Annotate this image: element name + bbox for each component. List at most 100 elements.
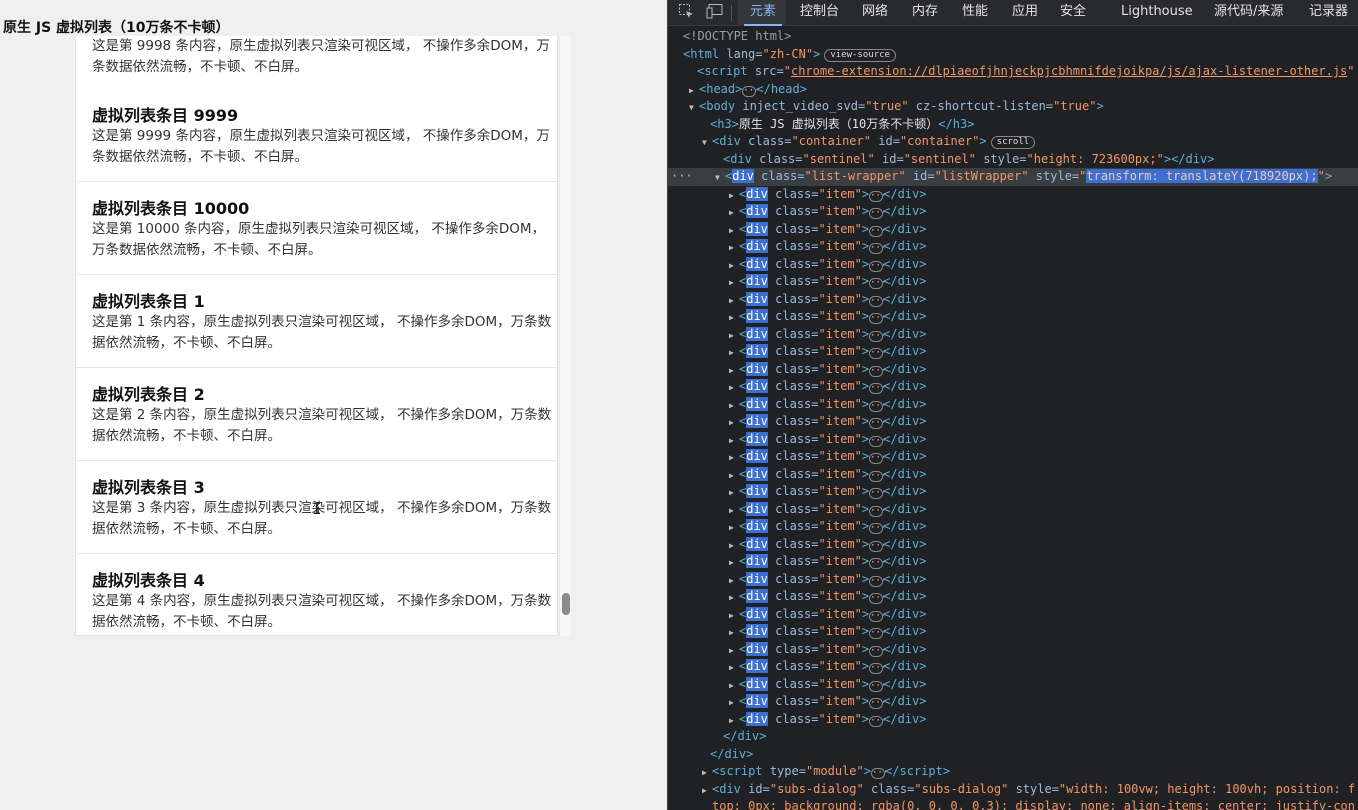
expand-arrow-icon[interactable]: ▶ [729,677,739,695]
expand-arrow-icon[interactable]: ▶ [729,414,739,432]
ellipsis-icon[interactable]: ··· [869,278,886,289]
dom-line-item[interactable]: ▶ <div class="item">···</div> [668,361,1358,379]
scrollbar-thumb[interactable] [562,593,570,615]
dom-line-item[interactable]: ▶ <div class="item">···</div> [668,693,1358,711]
dom-line-item[interactable]: ▶ <div class="item">···</div> [668,623,1358,641]
dom-line-subs-dialog[interactable]: ▶ <div id="subs-dialog" class="subs-dialo… [668,781,1358,799]
tab-memory[interactable]: 内存 [912,0,938,26]
expand-arrow-icon[interactable]: ▶ [729,187,739,205]
expand-arrow-icon[interactable]: ▶ [729,572,739,590]
list-container[interactable]: 这是第 9998 条内容，原生虚拟列表只渲染可视区域， 不操作多余DOM，万条数… [75,36,558,636]
ellipsis-icon[interactable]: ··· [869,225,886,237]
dom-line-item[interactable]: ▶ <div class="item">···</div> [668,641,1358,659]
dom-line-item[interactable]: ▶ <div class="item">···</div> [668,658,1358,676]
ellipsis-icon[interactable]: ··· [869,645,886,657]
expand-arrow-icon[interactable]: ▶ [729,397,739,415]
ellipsis-icon[interactable]: ··· [742,85,760,97]
ellipsis-icon[interactable]: ··· [869,540,886,552]
dom-line-html[interactable]: <html lang="zh-CN"> view-source [668,46,1358,64]
expand-arrow-icon[interactable]: ▶ [729,239,739,257]
ellipsis-icon[interactable]: ··· [869,330,886,342]
dom-line-close-container[interactable]: </div> [668,746,1358,764]
ellipsis-icon[interactable]: ··· [869,348,886,359]
ellipsis-icon[interactable]: ··· [869,680,886,692]
dom-line-item[interactable]: ▶ <div class="item">···</div> [668,571,1358,589]
dom-line-item[interactable]: ▶ <div class="item">···</div> [668,308,1358,326]
ellipsis-icon[interactable]: ··· [869,400,886,412]
expand-arrow-icon[interactable]: ▶ [729,712,739,730]
dom-line-list-wrapper[interactable]: ··· ▼ <div class="list-wrapper" id="listWr… [668,168,1358,186]
collapse-arrow-icon[interactable]: ▼ [689,99,699,117]
tab-console[interactable]: 控制台 [800,0,839,26]
dom-line-item[interactable]: ▶ <div class="item">···</div> [668,378,1358,396]
ellipsis-icon[interactable]: ··· [869,313,886,324]
expand-arrow-icon[interactable]: ▶ [729,624,739,642]
expand-arrow-icon[interactable]: ▶ [729,484,739,502]
ellipsis-icon[interactable]: ··· [869,698,886,709]
dom-line-item[interactable]: ▶ <div class="item">···</div> [668,711,1358,729]
collapse-arrow-icon[interactable]: ▼ [715,169,725,187]
tab-application[interactable]: 应用 [1012,0,1038,26]
tab-security[interactable]: 安全 [1060,0,1086,26]
tab-performance[interactable]: 性能 [962,0,988,26]
dom-line-item[interactable]: ▶ <div class="item">···</div> [668,396,1358,414]
expand-arrow-icon[interactable]: ▶ [702,782,712,800]
expand-arrow-icon[interactable]: ▶ [689,82,699,100]
dom-line-item[interactable]: ▶ <div class="item">···</div> [668,326,1358,344]
dom-line-item[interactable]: ▶ <div class="item">···</div> [668,413,1358,431]
ellipsis-icon[interactable]: ··· [869,628,886,639]
ellipsis-icon[interactable]: ··· [869,575,886,587]
expand-arrow-icon[interactable]: ▶ [729,362,739,380]
expand-arrow-icon[interactable]: ▶ [729,642,739,660]
ellipsis-icon[interactable]: ··· [869,523,886,534]
dom-line-body[interactable]: ▼ <body inject_video_svd="true" cz-shortc… [668,98,1358,116]
ellipsis-icon[interactable]: ··· [869,260,886,272]
ellipsis-icon[interactable]: ··· [871,768,888,779]
expand-arrow-icon[interactable]: ▶ [729,292,739,310]
ellipsis-icon[interactable]: ··· [869,715,886,727]
dom-line-item[interactable]: ▶ <div class="item">···</div> [668,256,1358,274]
dom-line-item[interactable]: ▶ <div class="item">···</div> [668,676,1358,694]
dom-line-container[interactable]: ▼ <div class="container" id="container"> s… [668,133,1358,151]
ellipsis-icon[interactable]: ··· [869,190,886,202]
dom-line-item[interactable]: ▶ <div class="item">···</div> [668,291,1358,309]
ellipsis-icon[interactable]: ··· [869,243,886,254]
expand-arrow-icon[interactable]: ▶ [729,467,739,485]
script-src-link[interactable]: chrome-extension://dlpiaeofjhnjeckpjcbhm… [791,64,1347,78]
expand-arrow-icon[interactable]: ▶ [729,694,739,712]
list-scrollbar[interactable] [559,36,571,636]
ellipsis-icon[interactable]: ··· [869,208,886,219]
dom-tree[interactable]: <!DOCTYPE html> <html lang="zh-CN"> view-… [668,27,1358,810]
expand-arrow-icon[interactable]: ▶ [729,607,739,625]
scroll-badge[interactable]: scroll [990,136,1036,149]
expand-arrow-icon[interactable]: ▶ [729,344,739,362]
tab-elements[interactable]: 元素 [743,0,783,26]
dom-line-item[interactable]: ▶ <div class="item">···</div> [668,343,1358,361]
dom-line-item[interactable]: ▶ <div class="item">···</div> [668,588,1358,606]
ellipsis-icon[interactable]: ··· [869,295,886,307]
expand-arrow-icon[interactable]: ▶ [729,379,739,397]
tab-lighthouse[interactable]: Lighthouse [1121,0,1193,26]
expand-arrow-icon[interactable]: ▶ [729,204,739,222]
expand-arrow-icon[interactable]: ▶ [702,764,712,782]
ellipsis-icon[interactable]: ··· [869,435,886,447]
dom-line-item[interactable]: ▶ <div class="item">···</div> [668,203,1358,221]
ellipsis-icon[interactable]: ··· [869,383,886,394]
dom-line-item[interactable]: ▶ <div class="item">···</div> [668,273,1358,291]
ellipsis-icon[interactable]: ··· [869,593,886,604]
dom-line-h3[interactable]: <h3>原生 JS 虚拟列表（10万条不卡顿）</h3> [668,116,1358,134]
ellipsis-icon[interactable]: ··· [869,418,886,429]
dom-line-item[interactable]: ▶ <div class="item">···</div> [668,466,1358,484]
dom-line-item[interactable]: ▶ <div class="item">···</div> [668,536,1358,554]
ellipsis-icon[interactable]: ··· [869,488,886,499]
ellipsis-icon[interactable]: ··· [869,558,886,569]
ellipsis-icon[interactable]: ··· [869,453,886,464]
dom-line-item[interactable]: ▶ <div class="item">···</div> [668,186,1358,204]
inspect-icon[interactable] [676,3,696,21]
expand-arrow-icon[interactable]: ▶ [729,327,739,345]
dom-line-close-wrapper[interactable]: </div> [668,728,1358,746]
ellipsis-icon[interactable]: ··· [869,470,886,482]
expand-arrow-icon[interactable]: ▶ [729,222,739,240]
dom-line-item[interactable]: ▶ <div class="item">···</div> [668,431,1358,449]
view-source-pill[interactable]: view-source [824,48,896,62]
